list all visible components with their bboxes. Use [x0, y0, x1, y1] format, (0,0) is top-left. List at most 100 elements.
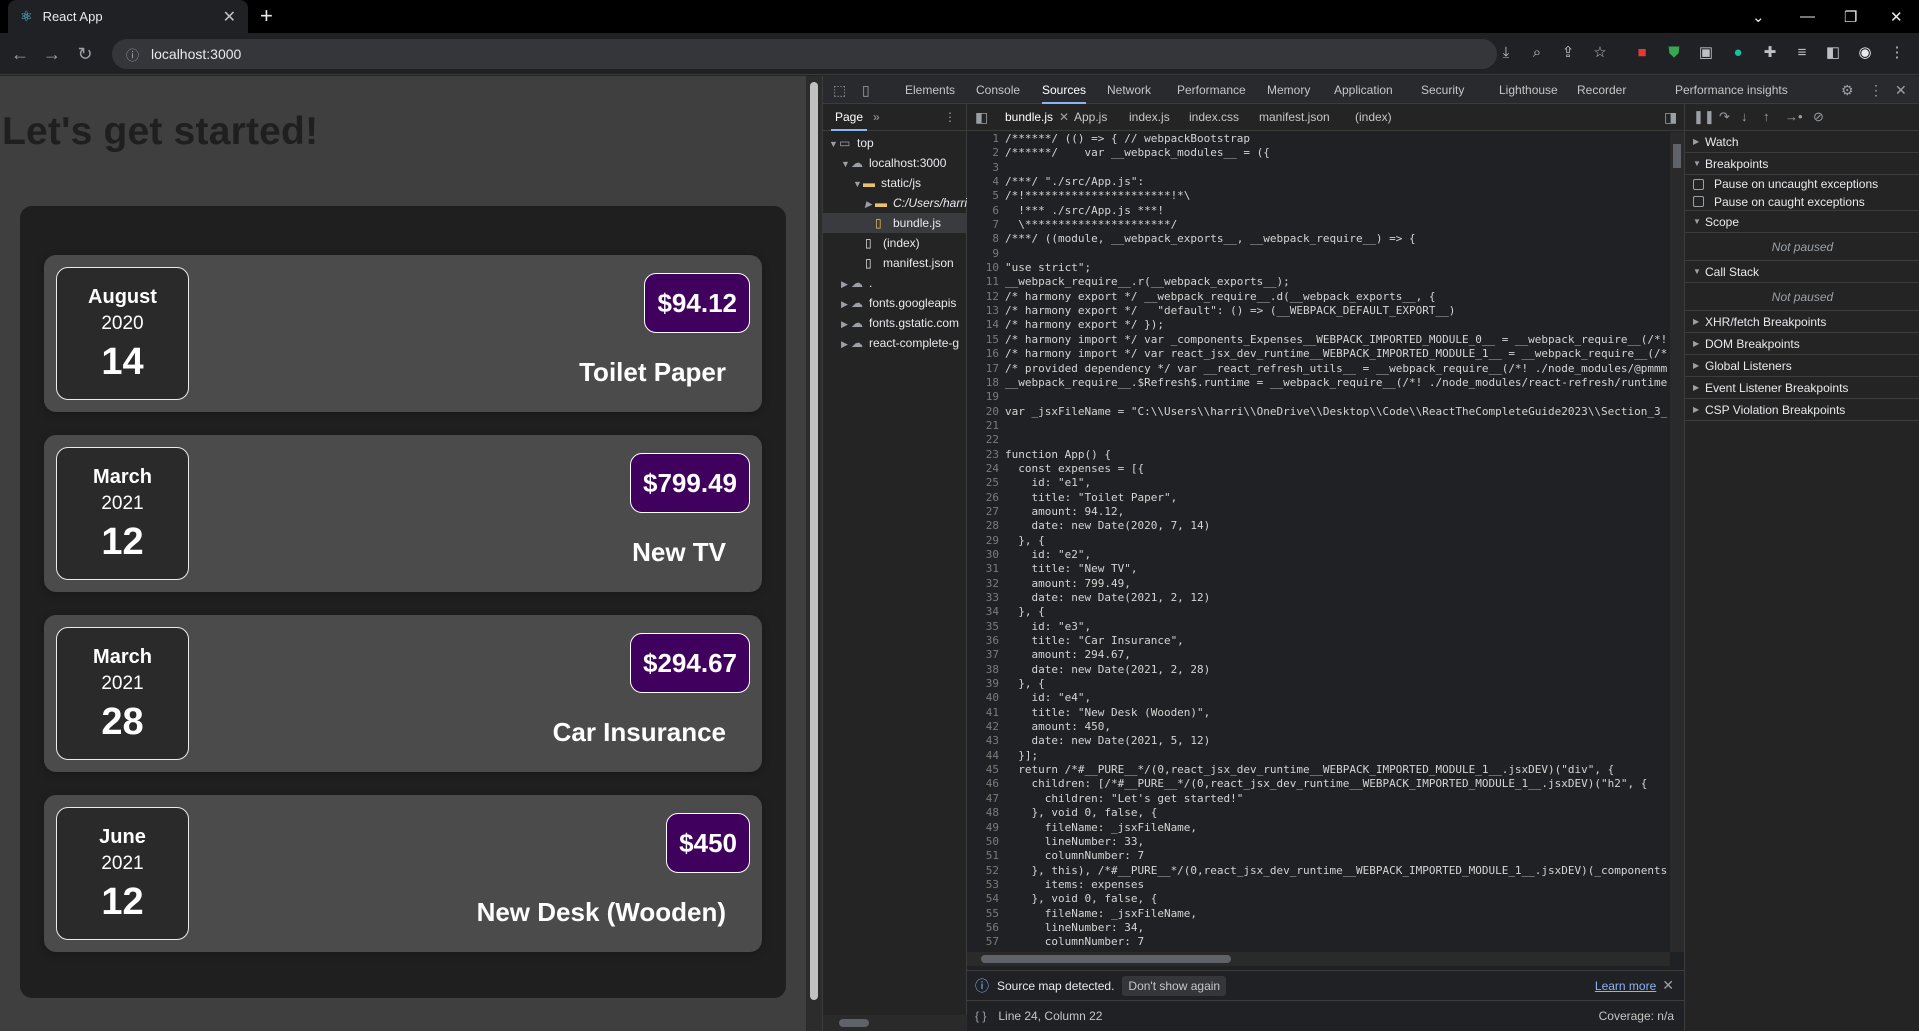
tab-search-icon[interactable]: ⌄ — [1752, 0, 1765, 33]
editor-tab-index[interactable]: (index) — [1355, 104, 1392, 131]
section-dom-breakpoints[interactable]: ▶ DOM Breakpoints — [1685, 333, 1919, 355]
line-number[interactable]: 25 — [967, 476, 1005, 490]
line-number[interactable]: 53 — [967, 878, 1005, 892]
step-over-icon[interactable]: ↷ — [1719, 109, 1730, 125]
page-scrollbar-thumb[interactable] — [810, 82, 818, 1000]
tab-recorder[interactable]: Recorder — [1577, 76, 1626, 104]
restore-button[interactable]: ❐ — [1844, 0, 1857, 33]
browser-tab[interactable]: ⚛ React App ✕ — [8, 0, 248, 33]
tab-performance[interactable]: Performance — [1177, 76, 1246, 104]
line-number[interactable]: 1 — [967, 132, 1005, 146]
address-bar[interactable]: ⓘ localhost:3000 — [112, 39, 1497, 69]
line-number[interactable]: 39 — [967, 677, 1005, 691]
tab-performance-insights[interactable]: Performance insights — [1675, 76, 1788, 104]
section-global-listeners[interactable]: ▶ Global Listeners — [1685, 355, 1919, 377]
step-out-icon[interactable]: ↑ — [1763, 109, 1770, 124]
section-xhr-breakpoints[interactable]: ▶ XHR/fetch Breakpoints — [1685, 311, 1919, 333]
line-number[interactable]: 8 — [967, 232, 1005, 246]
line-number[interactable]: 11 — [967, 275, 1005, 289]
tab-application[interactable]: Application — [1334, 76, 1393, 104]
line-number[interactable]: 40 — [967, 691, 1005, 705]
line-number[interactable]: 9 — [967, 247, 1005, 261]
tree-item-top[interactable]: ▼▭ top — [823, 133, 967, 153]
tree-item-dot[interactable]: ▶ ☁. — [823, 273, 967, 293]
editor-tab-manifest-json[interactable]: manifest.json — [1259, 104, 1330, 131]
close-tab-icon[interactable]: ✕ — [223, 7, 236, 27]
editor-hscrollbar[interactable] — [967, 952, 1670, 966]
line-number[interactable]: 17 — [967, 362, 1005, 376]
line-number[interactable]: 14 — [967, 318, 1005, 332]
site-info-icon[interactable]: ⓘ — [126, 45, 139, 64]
line-number[interactable]: 52 — [967, 864, 1005, 878]
line-number[interactable]: 35 — [967, 620, 1005, 634]
pause-uncaught-checkbox[interactable]: Pause on uncaught exceptions — [1685, 175, 1919, 193]
close-infobar-icon[interactable]: ✕ — [1662, 977, 1674, 994]
step-into-icon[interactable]: ↓ — [1741, 109, 1748, 124]
editor-tab-app-js[interactable]: App.js — [1074, 104, 1107, 131]
line-number[interactable]: 2 — [967, 146, 1005, 160]
line-number[interactable]: 45 — [967, 763, 1005, 777]
share-icon[interactable]: ⇪ — [1558, 43, 1578, 63]
line-number[interactable]: 3 — [967, 161, 1005, 175]
grammarly-icon[interactable]: ● — [1728, 43, 1748, 63]
line-number[interactable]: 30 — [967, 548, 1005, 562]
navigator-menu-icon[interactable]: ⋮ — [944, 110, 956, 124]
line-number[interactable]: 48 — [967, 806, 1005, 820]
tab-page[interactable]: Page — [831, 104, 868, 131]
inspect-element-icon[interactable]: ⬚ — [833, 82, 846, 99]
line-number[interactable]: 24 — [967, 462, 1005, 476]
line-number[interactable]: 37 — [967, 648, 1005, 662]
line-number[interactable]: 44 — [967, 749, 1005, 763]
navigator-scroll-thumb[interactable] — [839, 1019, 869, 1027]
line-number[interactable]: 46 — [967, 777, 1005, 791]
tab-console[interactable]: Console — [976, 76, 1020, 104]
editor-vscrollbar[interactable] — [1670, 132, 1684, 952]
editor-hscroll-thumb[interactable] — [981, 955, 1231, 963]
editor-tab-index-css[interactable]: index.css — [1189, 104, 1239, 131]
tree-item-index[interactable]: ▯ (index) — [823, 233, 967, 253]
device-toolbar-icon[interactable]: ▯ — [862, 82, 870, 99]
line-number[interactable]: 18 — [967, 376, 1005, 390]
line-number[interactable]: 38 — [967, 663, 1005, 677]
new-tab-button[interactable]: + — [260, 4, 273, 28]
settings-gear-icon[interactable]: ⚙ — [1841, 82, 1854, 99]
pause-icon[interactable]: ❚❚ — [1693, 109, 1715, 125]
learn-more-link[interactable]: Learn more — [1595, 979, 1656, 993]
line-number[interactable]: 36 — [967, 634, 1005, 648]
section-scope[interactable]: ▼ Scope — [1685, 211, 1919, 233]
tree-item-fonts-googleapis[interactable]: ▶ ☁ fonts.googleapis — [823, 293, 967, 313]
tab-sources[interactable]: Sources — [1042, 76, 1087, 104]
checkbox-icon[interactable] — [1693, 178, 1704, 190]
line-number[interactable]: 12 — [967, 290, 1005, 304]
section-watch[interactable]: ▶ Watch — [1685, 131, 1919, 153]
reload-button[interactable]: ↻ — [73, 42, 97, 66]
line-number[interactable]: 20 — [967, 405, 1005, 419]
tree-item-static-js[interactable]: ▼▬ static/js — [823, 173, 967, 193]
close-window-button[interactable]: ✕ — [1890, 0, 1903, 33]
line-number[interactable]: 27 — [967, 505, 1005, 519]
section-event-listener-breakpoints[interactable]: ▶ Event Listener Breakpoints — [1685, 377, 1919, 399]
line-number[interactable]: 29 — [967, 534, 1005, 548]
line-number[interactable]: 34 — [967, 605, 1005, 619]
line-number[interactable]: 6 — [967, 204, 1005, 218]
line-number[interactable]: 21 — [967, 419, 1005, 433]
extensions-puzzle-icon[interactable]: ✚ — [1760, 43, 1780, 63]
line-number[interactable]: 57 — [967, 935, 1005, 949]
install-icon[interactable]: ⤓ — [1496, 43, 1516, 63]
side-panel-icon[interactable]: ◧ — [1823, 43, 1843, 63]
line-number[interactable]: 7 — [967, 218, 1005, 232]
line-number[interactable]: 13 — [967, 304, 1005, 318]
line-number[interactable]: 10 — [967, 261, 1005, 275]
profile-avatar[interactable]: ◉ — [1855, 43, 1875, 63]
pause-caught-checkbox[interactable]: Pause on caught exceptions — [1685, 193, 1919, 211]
reading-list-icon[interactable]: ≡ — [1792, 43, 1812, 63]
back-button[interactable]: ← — [8, 42, 32, 66]
line-number[interactable]: 26 — [967, 491, 1005, 505]
tree-item-bundle-js[interactable]: ▯ bundle.js — [823, 213, 967, 233]
section-breakpoints[interactable]: ▼ Breakpoints — [1685, 153, 1919, 175]
line-number[interactable]: 56 — [967, 921, 1005, 935]
line-number[interactable]: 49 — [967, 821, 1005, 835]
line-number[interactable]: 5 — [967, 189, 1005, 203]
chrome-menu-icon[interactable]: ⋮ — [1887, 43, 1907, 63]
deactivate-breakpoints-icon[interactable]: ⊘ — [1813, 109, 1824, 125]
